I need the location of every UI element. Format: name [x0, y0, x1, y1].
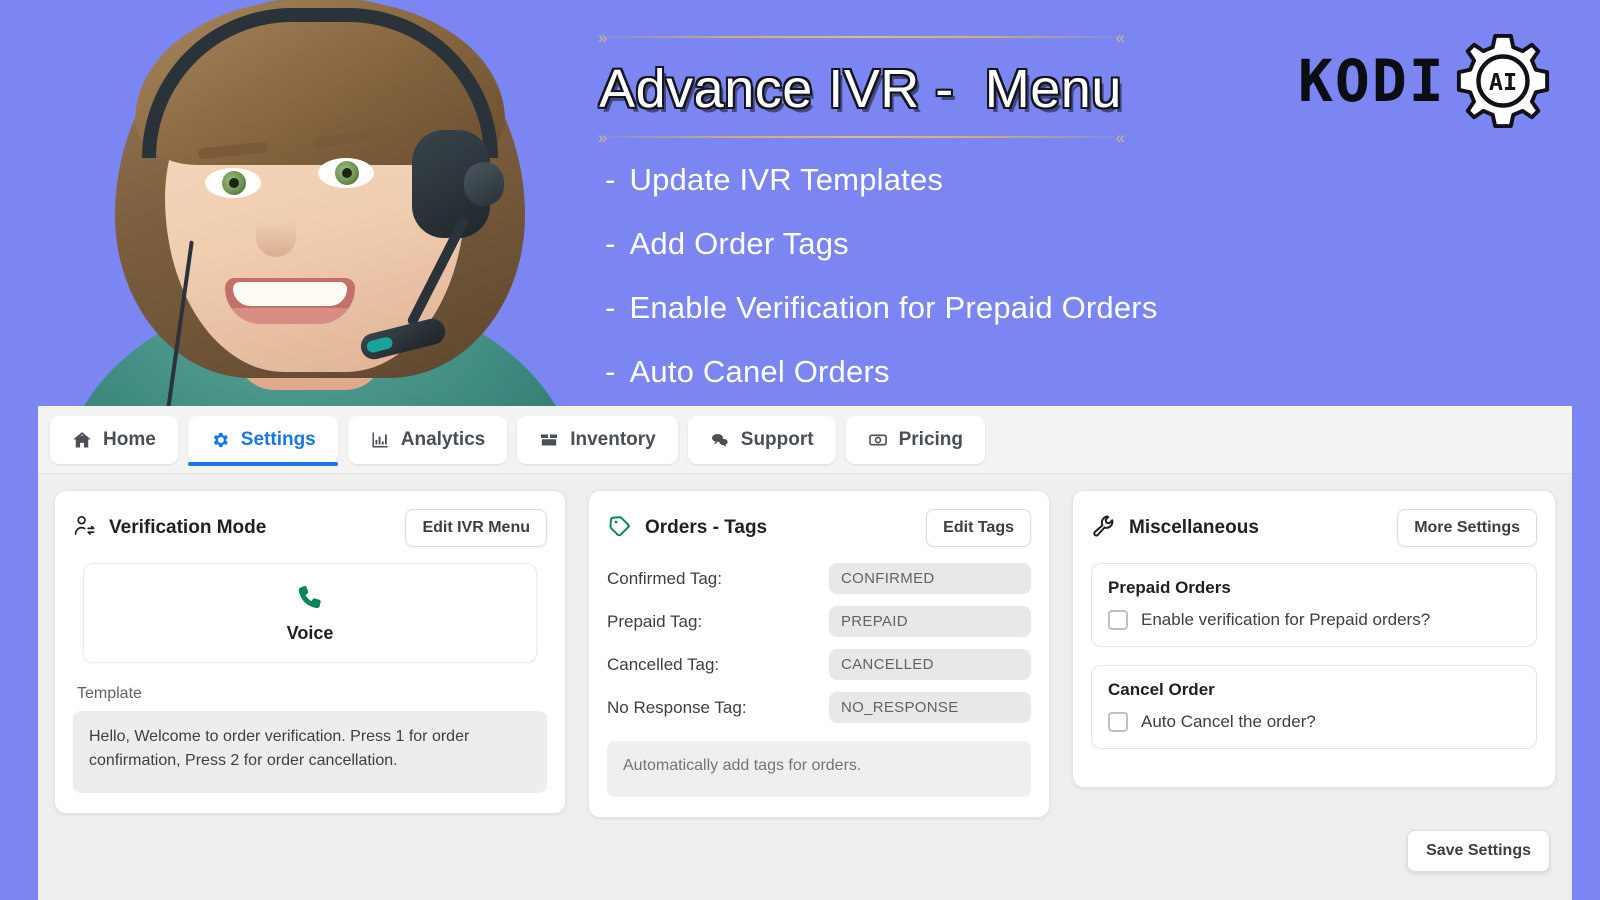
list-item-label: Update IVR Templates	[629, 162, 944, 197]
chat-icon	[710, 430, 730, 450]
prepaid-orders-panel: Prepaid Orders Enable verification for P…	[1091, 563, 1537, 647]
ornament-chevron-left-icon: »	[598, 127, 608, 147]
list-item: - Auto Canel Orders	[605, 354, 1158, 390]
tag-value[interactable]: CANCELLED	[829, 649, 1031, 680]
tab-label: Pricing	[898, 428, 963, 450]
tag-row: Cancelled Tag: CANCELLED	[607, 649, 1031, 680]
card-title: Miscellaneous	[1129, 517, 1259, 538]
hero-banner: » « Advance IVR - Menu » « - Update IVR …	[0, 0, 1600, 412]
tab-home[interactable]: Home	[50, 415, 178, 464]
enable-prepaid-verification-checkbox[interactable]	[1108, 610, 1128, 630]
tag-value[interactable]: PREPAID	[829, 606, 1031, 637]
hero-title-block: » « Advance IVR - Menu » «	[598, 27, 1126, 147]
gear-ai-label: AI	[1489, 68, 1517, 96]
template-text[interactable]: Hello, Welcome to order verification. Pr…	[73, 711, 547, 793]
card-header: Miscellaneous More Settings	[1091, 509, 1537, 547]
tag-row: No Response Tag: NO_RESPONSE	[607, 692, 1031, 723]
edit-tags-button[interactable]: Edit Tags	[926, 509, 1031, 547]
tag-key: Prepaid Tag:	[607, 611, 703, 631]
card-title: Verification Mode	[109, 517, 267, 538]
verification-mode-option-voice[interactable]: Voice	[83, 563, 537, 663]
edit-ivr-menu-button[interactable]: Edit IVR Menu	[405, 509, 547, 547]
bullet-marker: -	[605, 226, 616, 261]
tag-value[interactable]: NO_RESPONSE	[829, 692, 1031, 723]
verification-mode-label: Voice	[286, 623, 334, 643]
app-footer: Save Settings	[38, 818, 1572, 872]
enable-prepaid-verification-row[interactable]: Enable verification for Prepaid orders?	[1108, 610, 1520, 630]
tag-key: Confirmed Tag:	[607, 568, 722, 588]
tab-bar: Home Settings Analytics Inventory Suppor…	[38, 406, 1572, 474]
tab-label: Analytics	[400, 428, 486, 450]
list-item-label: Enable Verification for Prepaid Orders	[629, 290, 1158, 325]
bullet-marker: -	[605, 290, 616, 325]
card-title: Orders - Tags	[645, 517, 768, 538]
tag-value[interactable]: CONFIRMED	[829, 563, 1031, 594]
money-bill-icon	[868, 430, 888, 450]
tag-row: Prepaid Tag: PREPAID	[607, 606, 1031, 637]
miscellaneous-card: Miscellaneous More Settings Prepaid Orde…	[1072, 490, 1556, 788]
template-label: Template	[77, 685, 142, 702]
tab-inventory[interactable]: Inventory	[517, 415, 678, 464]
tag-key: Cancelled Tag:	[607, 654, 720, 674]
ornament-chevron-left-icon: »	[598, 27, 608, 47]
cancel-order-panel: Cancel Order Auto Cancel the order?	[1091, 665, 1537, 749]
auto-cancel-order-checkbox[interactable]	[1108, 712, 1128, 732]
home-icon	[72, 430, 92, 450]
box-icon	[539, 430, 559, 450]
list-item: - Enable Verification for Prepaid Orders	[605, 290, 1158, 326]
save-settings-button[interactable]: Save Settings	[1407, 830, 1550, 872]
auto-cancel-order-row[interactable]: Auto Cancel the order?	[1108, 712, 1520, 732]
tag-key: No Response Tag:	[607, 697, 747, 717]
call-center-agent-photo	[60, 0, 580, 412]
ornament-chevron-right-icon: «	[1115, 27, 1126, 47]
brand-wordmark: KODI	[1298, 47, 1446, 115]
phone-icon	[295, 582, 325, 617]
tags-note: Automatically add tags for orders.	[607, 741, 1031, 797]
bullet-marker: -	[605, 162, 616, 197]
page-title: Advance IVR - Menu	[599, 59, 1122, 119]
checkbox-label: Auto Cancel the order?	[1141, 712, 1316, 731]
card-header: Verification Mode Edit IVR Menu	[73, 509, 547, 547]
gear-ai-icon: AI	[1454, 32, 1552, 130]
hero-feature-list: - Update IVR Templates - Add Order Tags …	[605, 162, 1158, 412]
card-header: Orders - Tags Edit Tags	[607, 509, 1031, 547]
list-item: - Add Order Tags	[605, 226, 1158, 262]
more-settings-button[interactable]: More Settings	[1397, 509, 1537, 547]
verification-mode-card: Verification Mode Edit IVR Menu Voice Te…	[54, 490, 566, 814]
tab-analytics[interactable]: Analytics	[347, 415, 508, 464]
gear-icon	[210, 430, 230, 450]
wrench-icon	[1091, 513, 1117, 544]
tab-pricing[interactable]: Pricing	[845, 415, 985, 464]
ornament-chevron-right-icon: «	[1115, 127, 1126, 147]
tag-row: Confirmed Tag: CONFIRMED	[607, 563, 1031, 594]
settings-cards-row: Verification Mode Edit IVR Menu Voice Te…	[38, 474, 1572, 818]
panel-title: Cancel Order	[1108, 680, 1215, 699]
list-item: - Update IVR Templates	[605, 162, 1158, 198]
ornament-bottom: » «	[598, 127, 1126, 147]
tab-support[interactable]: Support	[687, 415, 836, 464]
checkbox-label: Enable verification for Prepaid orders?	[1141, 610, 1431, 629]
tab-label: Support	[740, 428, 814, 450]
orders-tags-card: Orders - Tags Edit Tags Confirmed Tag: C…	[588, 490, 1050, 818]
tab-label: Home	[103, 428, 156, 450]
user-switch-icon	[73, 514, 97, 543]
list-item-label: Auto Canel Orders	[629, 354, 890, 389]
tab-settings[interactable]: Settings	[187, 415, 338, 466]
app-window: Home Settings Analytics Inventory Suppor…	[38, 406, 1572, 900]
ornament-rule	[607, 136, 1114, 138]
brand-logo: KODI AI	[1298, 32, 1552, 130]
tab-label: Settings	[240, 428, 316, 450]
ornament-rule	[607, 36, 1114, 38]
tab-label: Inventory	[570, 428, 656, 450]
bar-chart-icon	[370, 430, 390, 450]
list-item-label: Add Order Tags	[629, 226, 849, 261]
panel-title: Prepaid Orders	[1108, 578, 1231, 597]
tag-icon	[607, 513, 633, 544]
ornament-top: » «	[598, 27, 1126, 47]
bullet-marker: -	[605, 354, 616, 389]
